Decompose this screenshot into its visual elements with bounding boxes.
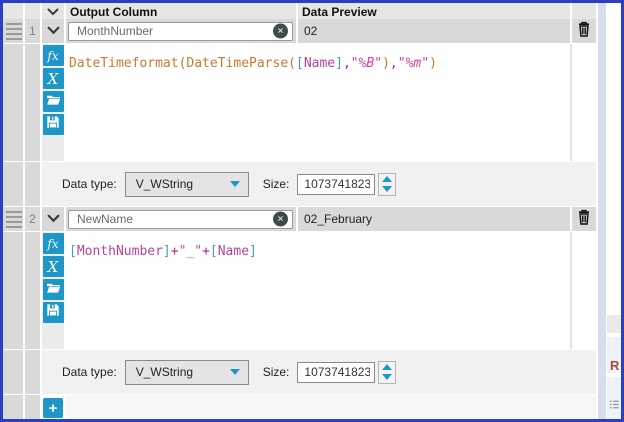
variable-x-icon: X bbox=[47, 257, 59, 276]
row-1-gutter bbox=[3, 162, 23, 206]
folder-open-icon bbox=[46, 281, 61, 299]
row-2-formula-text: [MonthNumber]+"_"+[Name] bbox=[69, 244, 257, 259]
open-expression-button[interactable] bbox=[42, 91, 64, 112]
bottom-gutter bbox=[25, 395, 40, 419]
row-1-datatype-select[interactable]: V_WString bbox=[124, 171, 249, 197]
fx-icon: fx bbox=[47, 48, 59, 63]
output-column-header-label: Output Column bbox=[70, 5, 158, 19]
list-icon bbox=[609, 397, 620, 415]
bottom-fill bbox=[66, 395, 596, 419]
row-2-gutter bbox=[3, 350, 23, 394]
expression-row-2-header: 2 ✕ 02_February bbox=[3, 207, 596, 231]
selected-datatype: V_WString bbox=[135, 177, 194, 191]
row-2-gutter bbox=[3, 232, 23, 349]
row-1-output-name-input[interactable] bbox=[68, 21, 293, 41]
chevron-down-icon bbox=[229, 369, 240, 375]
row-1-toolbar: fx X bbox=[42, 44, 64, 161]
right-panel-card: R bbox=[607, 337, 621, 373]
right-panel-band bbox=[607, 315, 621, 333]
chevron-down-icon bbox=[229, 181, 240, 187]
row-1-size-input[interactable] bbox=[297, 173, 376, 195]
right-panel-card bbox=[607, 377, 621, 419]
row-1-gutter bbox=[25, 44, 40, 161]
selected-datatype: V_WString bbox=[135, 365, 194, 379]
row-1-collapse-chevron[interactable] bbox=[42, 19, 64, 43]
row-2-preview-value: 02_February bbox=[304, 212, 373, 226]
size-label: Size: bbox=[262, 365, 290, 379]
data-type-label: Data type: bbox=[62, 365, 117, 379]
trash-icon bbox=[577, 21, 591, 42]
editor-edge-line bbox=[570, 44, 572, 161]
fx-icon: fx bbox=[47, 236, 59, 251]
open-expression-button[interactable] bbox=[42, 279, 64, 300]
variable-x-icon: X bbox=[47, 69, 59, 88]
right-panel-fragment: R bbox=[607, 3, 621, 419]
spin-up-icon bbox=[382, 364, 393, 370]
row-2-preview-cell: 02_February bbox=[298, 207, 570, 231]
row-2-formula-editor[interactable]: [MonthNumber]+"_"+[Name] bbox=[66, 232, 596, 349]
save-expression-button[interactable] bbox=[42, 114, 64, 135]
row-2-toolbar: fx X bbox=[42, 232, 64, 349]
chevron-down-icon bbox=[47, 210, 60, 228]
row-2-output-name-cell: ✕ bbox=[66, 207, 296, 231]
row-2-gutter bbox=[25, 350, 40, 394]
trash-icon bbox=[577, 209, 591, 230]
row-1-clear-icon[interactable]: ✕ bbox=[273, 23, 288, 39]
folder-open-icon bbox=[46, 93, 61, 111]
row-1-preview-cell: 02 bbox=[298, 19, 570, 43]
row-2-drag-handle[interactable] bbox=[3, 207, 23, 231]
add-expression-row: + bbox=[3, 395, 596, 419]
expressions-grid: Output Column Data Preview 1 ✕ bbox=[3, 3, 596, 419]
row-2-collapse-chevron[interactable] bbox=[42, 207, 64, 231]
row-1-drag-handle[interactable] bbox=[3, 19, 23, 43]
row-1-output-name-cell: ✕ bbox=[66, 19, 296, 43]
save-expression-button[interactable] bbox=[42, 302, 64, 323]
panel-splitter[interactable] bbox=[598, 3, 606, 419]
bottom-gutter bbox=[3, 395, 23, 419]
insert-function-button[interactable]: fx bbox=[42, 233, 64, 254]
row-2-datatype-select[interactable]: V_WString bbox=[124, 359, 249, 385]
size-label: Size: bbox=[262, 177, 290, 191]
insert-variable-button[interactable]: X bbox=[42, 256, 64, 277]
row-1-datatype-bar: Data type: V_WString Size: bbox=[42, 162, 596, 206]
row-2-number: 2 bbox=[25, 207, 40, 231]
save-floppy-icon bbox=[46, 115, 60, 134]
insert-function-button[interactable]: fx bbox=[42, 45, 64, 66]
grid-header-row: Output Column Data Preview bbox=[3, 3, 596, 21]
expression-row-2-body: fx X [MonthNumber]+"_"+[Name] bbox=[3, 232, 596, 349]
insert-variable-button[interactable]: X bbox=[42, 68, 64, 89]
data-preview-header-label: Data Preview bbox=[302, 5, 377, 19]
right-panel-partial-text: R bbox=[610, 357, 620, 373]
add-expression-button[interactable]: + bbox=[43, 398, 63, 418]
row-1-formula-editor[interactable]: DateTimeformat(DateTimeParse([Name],"%B"… bbox=[66, 44, 596, 161]
formula-tool-config-panel: Output Column Data Preview 1 ✕ bbox=[0, 0, 624, 422]
expression-row-1-header: 1 ✕ 02 bbox=[3, 19, 596, 43]
expression-row-1-body: fx X DateTimeformat(DateTimeParse([Name]… bbox=[3, 44, 596, 161]
row-1-size-spinner[interactable] bbox=[378, 172, 397, 196]
row-2-size-spinner[interactable] bbox=[378, 360, 397, 384]
row-1-preview-value: 02 bbox=[304, 24, 318, 38]
row-2-clear-icon[interactable]: ✕ bbox=[273, 211, 288, 227]
row-2-size-input[interactable] bbox=[297, 361, 376, 383]
spin-down-icon bbox=[382, 374, 393, 380]
row-2-datatype-bar: Data type: V_WString Size: bbox=[42, 350, 596, 394]
row-1-gutter bbox=[3, 44, 23, 161]
row-1-gutter bbox=[25, 162, 40, 206]
editor-edge-line bbox=[570, 232, 572, 349]
save-floppy-icon bbox=[46, 303, 60, 322]
spin-down-icon bbox=[382, 186, 393, 192]
row-1-number: 1 bbox=[25, 19, 40, 43]
expression-row-2-datatype: Data type: V_WString Size: bbox=[3, 350, 596, 394]
row-2-output-name-input[interactable] bbox=[68, 209, 293, 229]
data-type-label: Data type: bbox=[62, 177, 117, 191]
row-2-delete-button[interactable] bbox=[572, 207, 596, 231]
chevron-down-icon bbox=[47, 22, 60, 40]
expression-row-1-datatype: Data type: V_WString Size: bbox=[3, 162, 596, 206]
add-button-cell: + bbox=[42, 395, 64, 419]
row-2-gutter bbox=[25, 232, 40, 349]
spin-up-icon bbox=[382, 176, 393, 182]
row-1-formula-text: DateTimeformat(DateTimeParse([Name],"%B"… bbox=[69, 56, 437, 71]
row-1-delete-button[interactable] bbox=[572, 19, 596, 43]
